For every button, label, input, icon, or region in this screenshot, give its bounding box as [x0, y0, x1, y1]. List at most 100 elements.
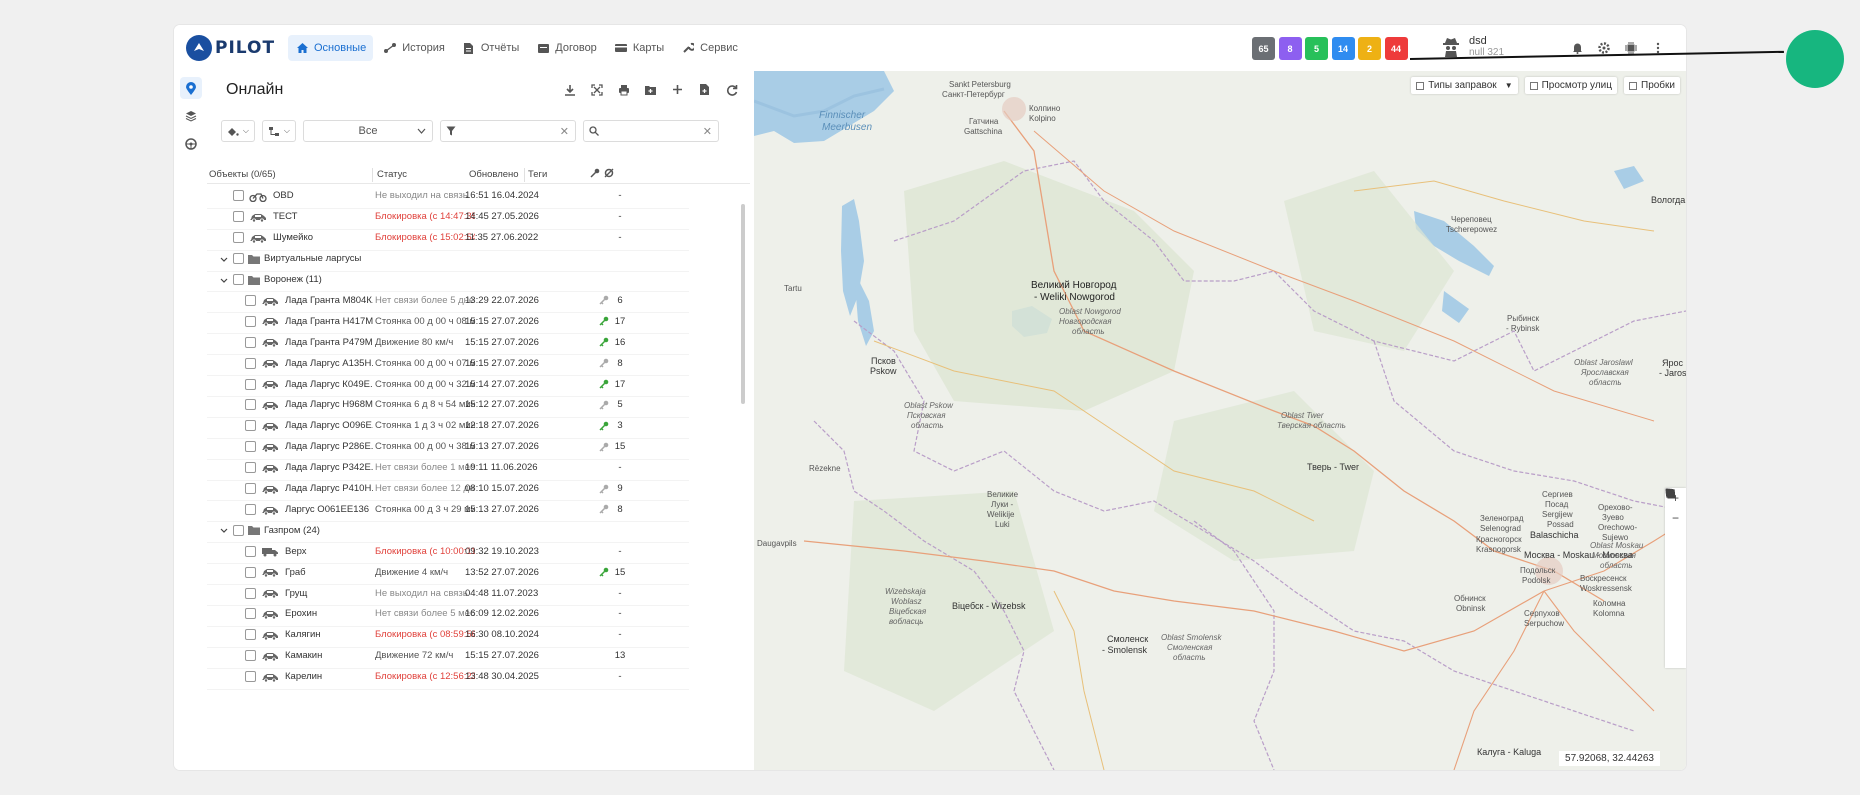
col-objects[interactable]: Объекты (0/65)	[209, 169, 276, 180]
row-checkbox[interactable]	[245, 399, 256, 411]
fuel-types-checkbox[interactable]	[1416, 81, 1425, 90]
street-view-checkbox[interactable]	[1529, 81, 1538, 90]
street-view-toggle[interactable]: Просмотр улиц	[1524, 77, 1617, 94]
badge-purple[interactable]: 8	[1278, 37, 1302, 60]
fuel-types-toggle[interactable]: Типы заправок ▼	[1411, 77, 1518, 94]
row-checkbox[interactable]	[245, 483, 256, 495]
status-select[interactable]: Все	[303, 120, 433, 142]
badge-blue[interactable]: 14	[1331, 37, 1355, 60]
clear-icon[interactable]: ✕	[560, 125, 569, 138]
group-filter-button[interactable]: ⌵	[262, 120, 296, 142]
file-add-icon[interactable]	[695, 80, 714, 99]
row-checkbox[interactable]	[245, 462, 256, 474]
color-filter-button[interactable]: ⌵	[221, 120, 255, 142]
logo[interactable]: PILOT	[186, 35, 276, 61]
area-select-icon[interactable]	[1665, 488, 1686, 568]
row-checkbox[interactable]	[245, 420, 256, 432]
table-row[interactable]: Карелин Блокировка (с 12:56:23 13:48 30.04…	[207, 665, 689, 690]
row-checkbox[interactable]	[245, 608, 256, 620]
row-checkbox[interactable]	[245, 378, 256, 390]
row-checkbox[interactable]	[233, 190, 244, 202]
object-tag-count: -	[618, 190, 622, 202]
nav-cards[interactable]: Карты	[607, 35, 671, 61]
object-status: Стоянка 00 д 3 ч 29 мин	[375, 503, 475, 515]
row-checkbox[interactable]	[245, 650, 256, 662]
car-icon	[261, 400, 279, 411]
row-checkbox[interactable]	[245, 587, 256, 599]
rail-wheel[interactable]	[180, 133, 202, 155]
object-name: Лада Ларгус Р342Е...	[285, 462, 373, 474]
row-checkbox[interactable]	[233, 253, 244, 265]
nav-reports[interactable]: Отчёты	[455, 35, 526, 61]
map-label: Oblast Pskow	[904, 401, 953, 410]
search-icon[interactable]	[1665, 488, 1686, 668]
traffic-toggle[interactable]: Пробки	[1624, 77, 1680, 94]
refresh-icon[interactable]	[722, 80, 741, 99]
car-icon	[261, 505, 279, 516]
row-checkbox[interactable]	[245, 357, 256, 369]
nav-service[interactable]: Сервис	[674, 35, 745, 61]
car-icon	[261, 337, 279, 348]
row-checkbox[interactable]	[245, 441, 256, 453]
row-checkbox[interactable]	[233, 524, 244, 536]
route-icon[interactable]	[1665, 488, 1686, 628]
zoom-out-icon[interactable]: −	[1665, 508, 1686, 528]
logo-text: PILOT	[215, 38, 276, 58]
object-updated: 15:15 27.07.2026	[465, 650, 539, 662]
folder-icon	[247, 275, 265, 286]
engine-icon[interactable]	[604, 168, 614, 181]
annotation-dot[interactable]	[1786, 30, 1844, 88]
chevron-down-icon[interactable]	[220, 275, 228, 285]
search-input[interactable]: ✕	[583, 120, 719, 142]
object-name: Ерохин	[285, 608, 318, 620]
map-view[interactable]: Sankt Petersburg Санкт-Петербург Гатчина…	[754, 71, 1686, 770]
col-status[interactable]: Статус	[377, 169, 407, 180]
nav-history[interactable]: История	[376, 35, 452, 61]
row-checkbox[interactable]	[245, 671, 256, 683]
object-tag-count: 8	[617, 357, 623, 369]
badge-red[interactable]: 44	[1384, 37, 1408, 60]
object-name: Лада Ларгус Р286Е...	[285, 441, 373, 453]
download-icon[interactable]	[560, 80, 579, 99]
row-checkbox[interactable]	[245, 294, 256, 306]
row-checkbox[interactable]	[245, 545, 256, 557]
list-scrollbar[interactable]	[740, 184, 746, 770]
layers-icon[interactable]	[1665, 489, 1686, 608]
geofence-icon[interactable]	[1665, 490, 1686, 648]
filter-icon	[446, 126, 456, 136]
print-icon[interactable]	[1665, 489, 1686, 548]
row-checkbox[interactable]	[245, 315, 256, 327]
row-checkbox[interactable]	[233, 211, 244, 223]
key-icon[interactable]	[590, 168, 600, 181]
badge-green[interactable]: 5	[1305, 37, 1328, 60]
folder-add-icon[interactable]	[641, 80, 660, 99]
clear-icon[interactable]: ✕	[703, 125, 712, 138]
map-label: Рыбинск	[1507, 314, 1540, 323]
map-label: Новгородская	[1059, 317, 1112, 326]
ruler-icon[interactable]	[1665, 489, 1686, 588]
row-checkbox[interactable]	[245, 629, 256, 641]
nav-contract-label: Договор	[555, 42, 597, 54]
col-tags[interactable]: Теги	[528, 169, 547, 180]
fullscreen-icon[interactable]	[587, 80, 606, 99]
badge-total[interactable]: 65	[1252, 37, 1275, 60]
row-checkbox[interactable]	[245, 566, 256, 578]
add-icon[interactable]	[668, 80, 687, 99]
search-icon	[589, 126, 599, 136]
badge-yellow[interactable]: 2	[1358, 37, 1381, 60]
row-checkbox[interactable]	[233, 274, 244, 286]
row-checkbox[interactable]	[245, 503, 256, 515]
filter-input[interactable]: ✕	[440, 120, 576, 142]
col-updated[interactable]: Обновлено	[469, 169, 519, 180]
row-checkbox[interactable]	[233, 232, 244, 244]
print-icon[interactable]	[614, 80, 633, 99]
nav-contract[interactable]: Договор	[529, 35, 604, 61]
chevron-down-icon[interactable]	[220, 525, 228, 535]
chevron-down-icon[interactable]	[220, 254, 228, 264]
row-checkbox[interactable]	[245, 336, 256, 348]
traffic-checkbox[interactable]	[1629, 81, 1637, 90]
nav-main[interactable]: Основные	[288, 35, 374, 61]
rail-map-pin[interactable]	[180, 77, 202, 99]
rail-layers[interactable]	[180, 105, 202, 127]
scroll-thumb[interactable]	[741, 204, 745, 404]
